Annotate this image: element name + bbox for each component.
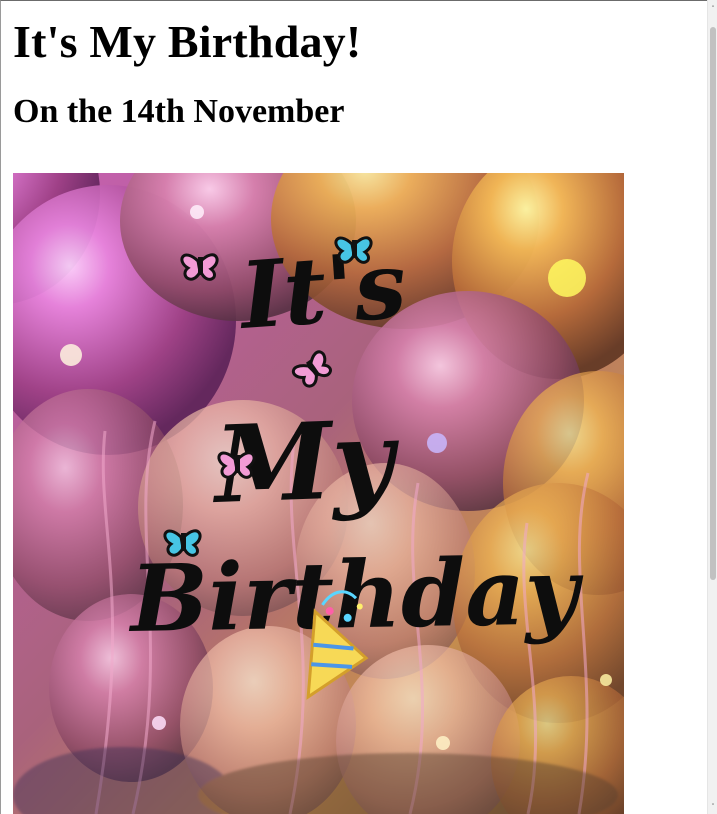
chevron-down-icon[interactable]: ˅ [709,802,717,812]
chevron-up-icon[interactable]: ˄ [709,4,717,14]
page-content: It's My Birthday! On the 14th November [13,14,703,132]
scrollbar-thumb[interactable] [710,27,716,580]
birthday-gif: It's My Birthday [13,173,624,814]
page-subtitle: On the 14th November [13,93,345,130]
birthday-image-graphic: It's My Birthday [13,173,624,814]
vertical-scrollbar[interactable]: ˄ ˅ [707,0,717,814]
page-title: It's My Birthday! [13,16,362,67]
its-script-text: It's [234,231,410,350]
